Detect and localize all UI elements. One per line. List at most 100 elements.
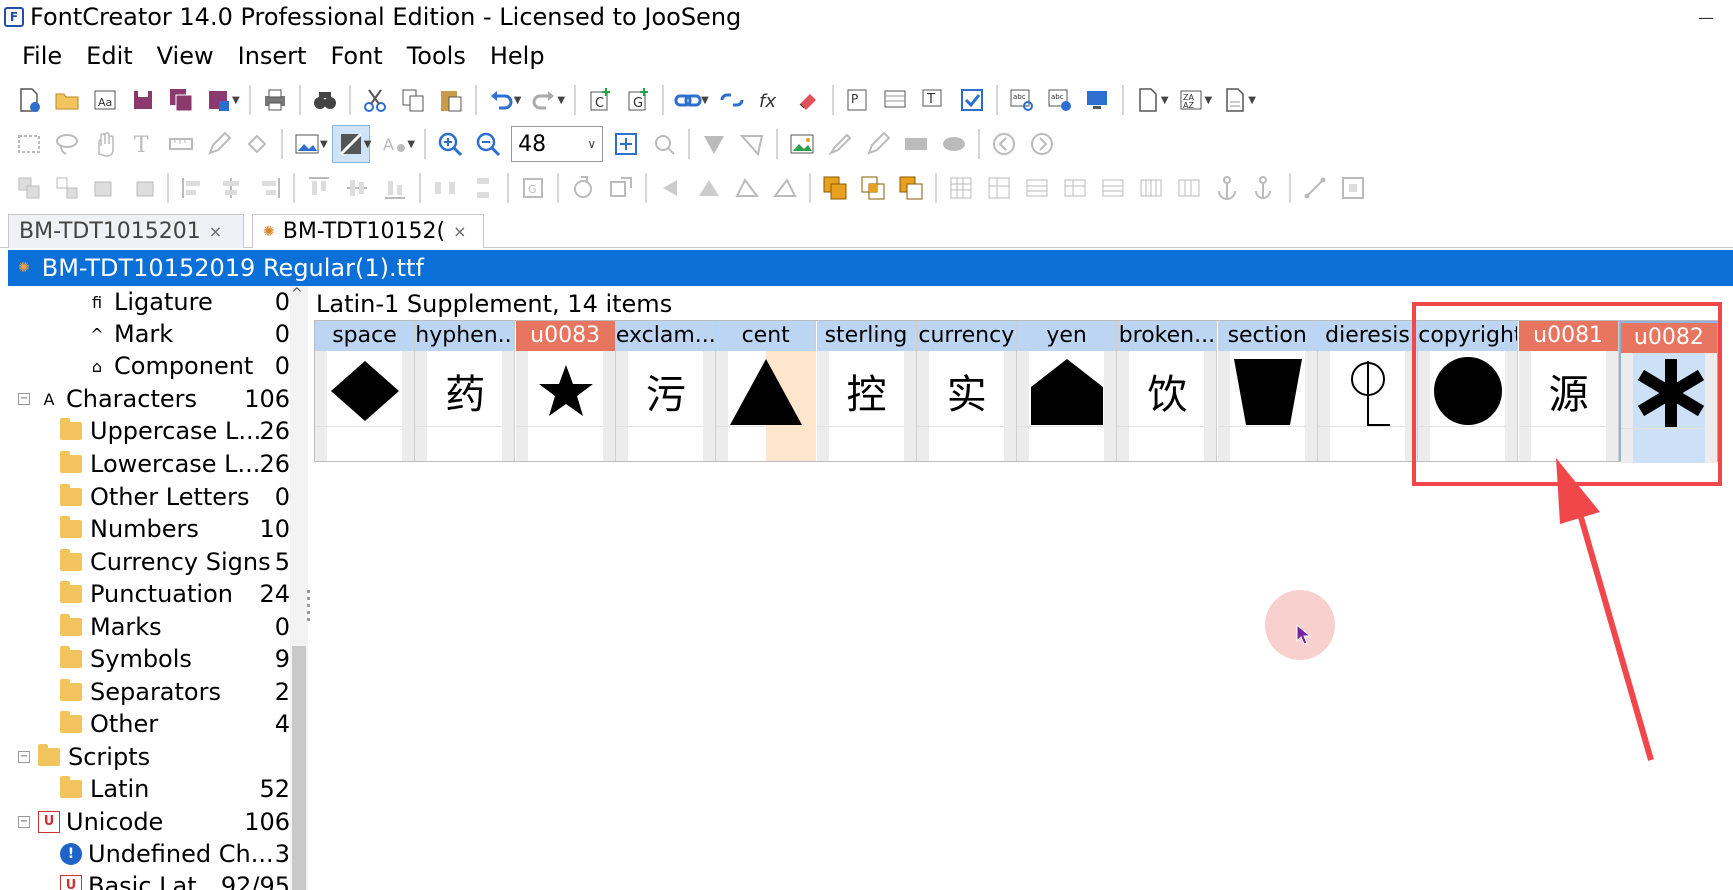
zoom-in-icon[interactable] [431,125,469,163]
fill-mode-dropdown-icon[interactable]: ▼ [364,139,372,150]
distribute-vertical-icon[interactable] [464,169,502,207]
align-top-icon[interactable] [300,169,338,207]
image-icon[interactable] [783,125,821,163]
skew-right-icon[interactable] [766,169,804,207]
save-all-icon[interactable] [162,81,200,119]
glyph-cell-currency[interactable]: currency 实 [916,321,1017,461]
measure-icon[interactable] [162,125,200,163]
eraser-icon[interactable] [789,81,827,119]
zoom-out-icon[interactable] [469,125,507,163]
tree-item-basic-latin[interactable]: U Basic Lat... 92/95 [8,870,290,890]
tree-item-uppercase[interactable]: Uppercase L... 26 [8,415,290,447]
subtract-icon[interactable] [892,169,930,207]
report-dropdown-icon[interactable]: ▼ [1248,95,1256,106]
save-icon[interactable] [124,81,162,119]
grid-refresh-icon[interactable] [980,169,1018,207]
find-icon[interactable] [306,81,344,119]
tree-item-latin[interactable]: Latin 52 [8,773,290,805]
tab-document-2[interactable]: ✺ BM-TDT10152( × [252,214,484,248]
align-middle-icon[interactable] [338,169,376,207]
export-dropdown-icon[interactable]: ▼ [232,95,240,106]
union-icon[interactable] [816,169,854,207]
glyph-cell-sterling[interactable]: sterling 控 [816,321,917,461]
group-icon[interactable] [10,169,48,207]
web-preview-icon[interactable]: abc [1041,81,1079,119]
intersect-icon[interactable] [854,169,892,207]
edit-table-icon[interactable] [877,81,915,119]
rectangle-icon[interactable] [897,125,935,163]
tree-scrollbar[interactable]: ^ [290,286,308,890]
align-bottom-icon[interactable] [376,169,414,207]
menu-view[interactable]: View [143,42,224,70]
glyph-cell-hyphen[interactable]: hyphen... 药 [415,321,516,461]
flip-alt-icon[interactable] [733,125,771,163]
lasso-icon[interactable] [48,125,86,163]
pencil-icon[interactable] [200,125,238,163]
glyph-cell-cent[interactable]: cent [716,321,817,461]
validate-icon[interactable] [953,81,991,119]
collapse-icon[interactable]: − [18,393,30,405]
rotate-icon[interactable] [564,169,602,207]
tree-item-undefined[interactable]: ! Undefined Ch... 3 [8,838,290,870]
scale-icon[interactable] [602,169,640,207]
panel-splitter[interactable] [307,590,311,630]
link-dropdown-icon[interactable]: ▼ [701,95,709,106]
table-sync-icon[interactable] [1056,169,1094,207]
glyph-transform-icon[interactable]: G [514,169,552,207]
add-glyph-icon[interactable]: G [619,81,657,119]
scroll-up-icon[interactable]: ^ [291,286,303,302]
minimize-button[interactable]: — [1679,0,1733,34]
ungroup-icon[interactable] [48,169,86,207]
glyph-cell-yen[interactable]: yen [1017,321,1118,461]
distribute-horizontal-icon[interactable] [426,169,464,207]
glyph-cell-broken[interactable]: broken... 饮 [1117,321,1218,461]
cut-icon[interactable] [356,81,394,119]
columns-lock-icon[interactable] [1170,169,1208,207]
rectangle-select-icon[interactable] [10,125,48,163]
table-icon[interactable] [1018,169,1056,207]
tree-item-ligature[interactable]: ﬁ Ligature 0 [8,286,290,318]
table-lock-icon[interactable] [1094,169,1132,207]
text-icon[interactable]: T [124,125,162,163]
glyph-cell-dieresis[interactable]: dieresis [1318,321,1418,461]
tree-item-other[interactable]: Other 4 [8,708,290,740]
tree-item-other-letters[interactable]: Other Letters 0 [8,481,290,513]
redo-dropdown-icon[interactable]: ▼ [557,95,565,106]
background-dropdown-icon[interactable]: ▼ [320,139,328,150]
menu-help[interactable]: Help [476,42,555,70]
columns-icon[interactable] [1132,169,1170,207]
hand-icon[interactable] [86,125,124,163]
glyph-cell-section[interactable]: section [1217,321,1318,461]
text-tool-icon[interactable]: T [915,81,953,119]
menu-tools[interactable]: Tools [393,42,476,70]
new-font-icon[interactable] [10,81,48,119]
draw-pen-icon[interactable] [859,125,897,163]
properties-icon[interactable]: P [839,81,877,119]
menu-edit[interactable]: Edit [72,42,142,70]
combine-icon[interactable] [86,169,124,207]
zoom-fit-icon[interactable] [607,125,645,163]
arrow-left-icon[interactable] [652,169,690,207]
open-project-icon[interactable]: Aa [86,81,124,119]
close-icon[interactable]: × [453,222,466,241]
tree-item-characters[interactable]: − A Characters 106 [8,383,290,415]
break-icon[interactable] [124,169,162,207]
previous-icon[interactable] [985,125,1023,163]
preview-text-icon[interactable]: abc [1003,81,1041,119]
collapse-icon[interactable]: − [18,751,30,763]
install-font-icon[interactable] [1079,81,1117,119]
tree-item-mark[interactable]: ^ Mark 0 [8,318,290,350]
tree-item-separators[interactable]: Separators 2 [8,676,290,708]
next-icon[interactable] [1023,125,1061,163]
ellipse-icon[interactable] [935,125,973,163]
close-icon[interactable]: × [209,222,222,241]
scrollbar-thumb[interactable] [292,646,306,890]
align-center-icon[interactable] [212,169,250,207]
menu-file[interactable]: File [8,42,72,70]
tree-item-scripts[interactable]: − Scripts [8,741,290,773]
tree-item-symbols[interactable]: Symbols 9 [8,643,290,675]
tree-item-numbers[interactable]: Numbers 10 [8,513,290,545]
sort-dropdown-icon[interactable]: ▼ [1205,95,1213,106]
paste-icon[interactable] [432,81,470,119]
menu-font[interactable]: Font [316,42,392,70]
